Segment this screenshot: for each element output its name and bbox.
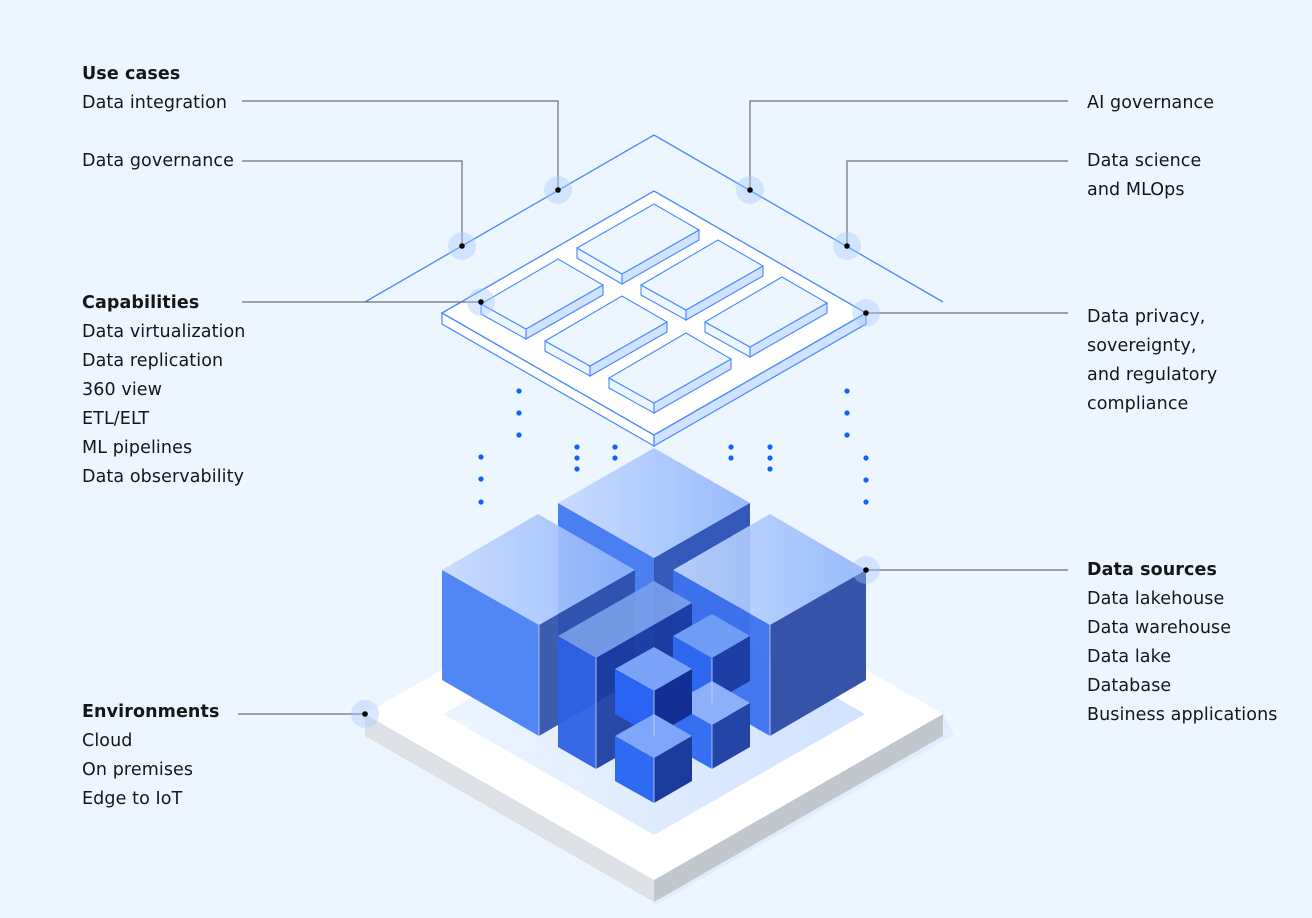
- data-sources-title: Data sources: [1087, 560, 1217, 580]
- governance-line: compliance: [1087, 394, 1189, 414]
- environments-title: Environments: [82, 702, 220, 722]
- governance-line: Data privacy,: [1087, 307, 1206, 327]
- anchor-dot: [362, 711, 368, 717]
- anchor-dot: [844, 243, 850, 249]
- data-source-item: Data lakehouse: [1087, 589, 1225, 609]
- use-cases-left: Use cases Data integration Data governan…: [82, 60, 234, 176]
- use-cases-right: AI governance Data science and MLOps: [1087, 89, 1214, 205]
- use-case-data-governance: Data governance: [82, 151, 234, 171]
- use-cases-title: Use cases: [82, 64, 181, 84]
- anchor-dot: [747, 187, 753, 193]
- governance-line: sovereignty,: [1087, 336, 1197, 356]
- capability-item: Data virtualization: [82, 322, 246, 342]
- capabilities-platform: [440, 190, 868, 448]
- data-sources-block: Data sources Data lakehouse Data warehou…: [1087, 556, 1277, 730]
- anchor-dot: [863, 567, 869, 573]
- environment-item: Edge to IoT: [82, 789, 183, 809]
- governance-line: and regulatory: [1087, 365, 1218, 385]
- anchor-dot: [459, 243, 465, 249]
- use-case-data-integration: Data integration: [82, 93, 228, 113]
- use-case-ai-governance: AI governance: [1087, 93, 1215, 113]
- anchor-dot: [478, 299, 484, 305]
- data-source-item: Database: [1087, 676, 1172, 696]
- use-case-data-science-line2: and MLOps: [1087, 180, 1185, 200]
- capability-item: ML pipelines: [82, 438, 193, 458]
- environment-item: Cloud: [82, 731, 133, 751]
- anchor-dot: [555, 187, 561, 193]
- environment-item: On premises: [82, 760, 194, 780]
- capability-item: 360 view: [82, 380, 163, 400]
- data-source-item: Data lake: [1087, 647, 1172, 667]
- capabilities-title: Capabilities: [82, 293, 200, 313]
- capability-item: Data observability: [82, 467, 245, 487]
- use-case-data-science-line1: Data science: [1087, 151, 1202, 171]
- data-source-item: Data warehouse: [1087, 618, 1232, 638]
- environments-block: Environments Cloud On premises Edge to I…: [82, 698, 219, 814]
- capability-item: ETL/ELT: [82, 409, 150, 429]
- capabilities-block: Capabilities Data virtualization Data re…: [82, 289, 246, 492]
- anchor-dot: [863, 310, 869, 316]
- data-source-item: Business applications: [1087, 705, 1278, 725]
- capability-item: Data replication: [82, 351, 224, 371]
- governance-block: Data privacy, sovereignty, and regulator…: [1087, 303, 1217, 419]
